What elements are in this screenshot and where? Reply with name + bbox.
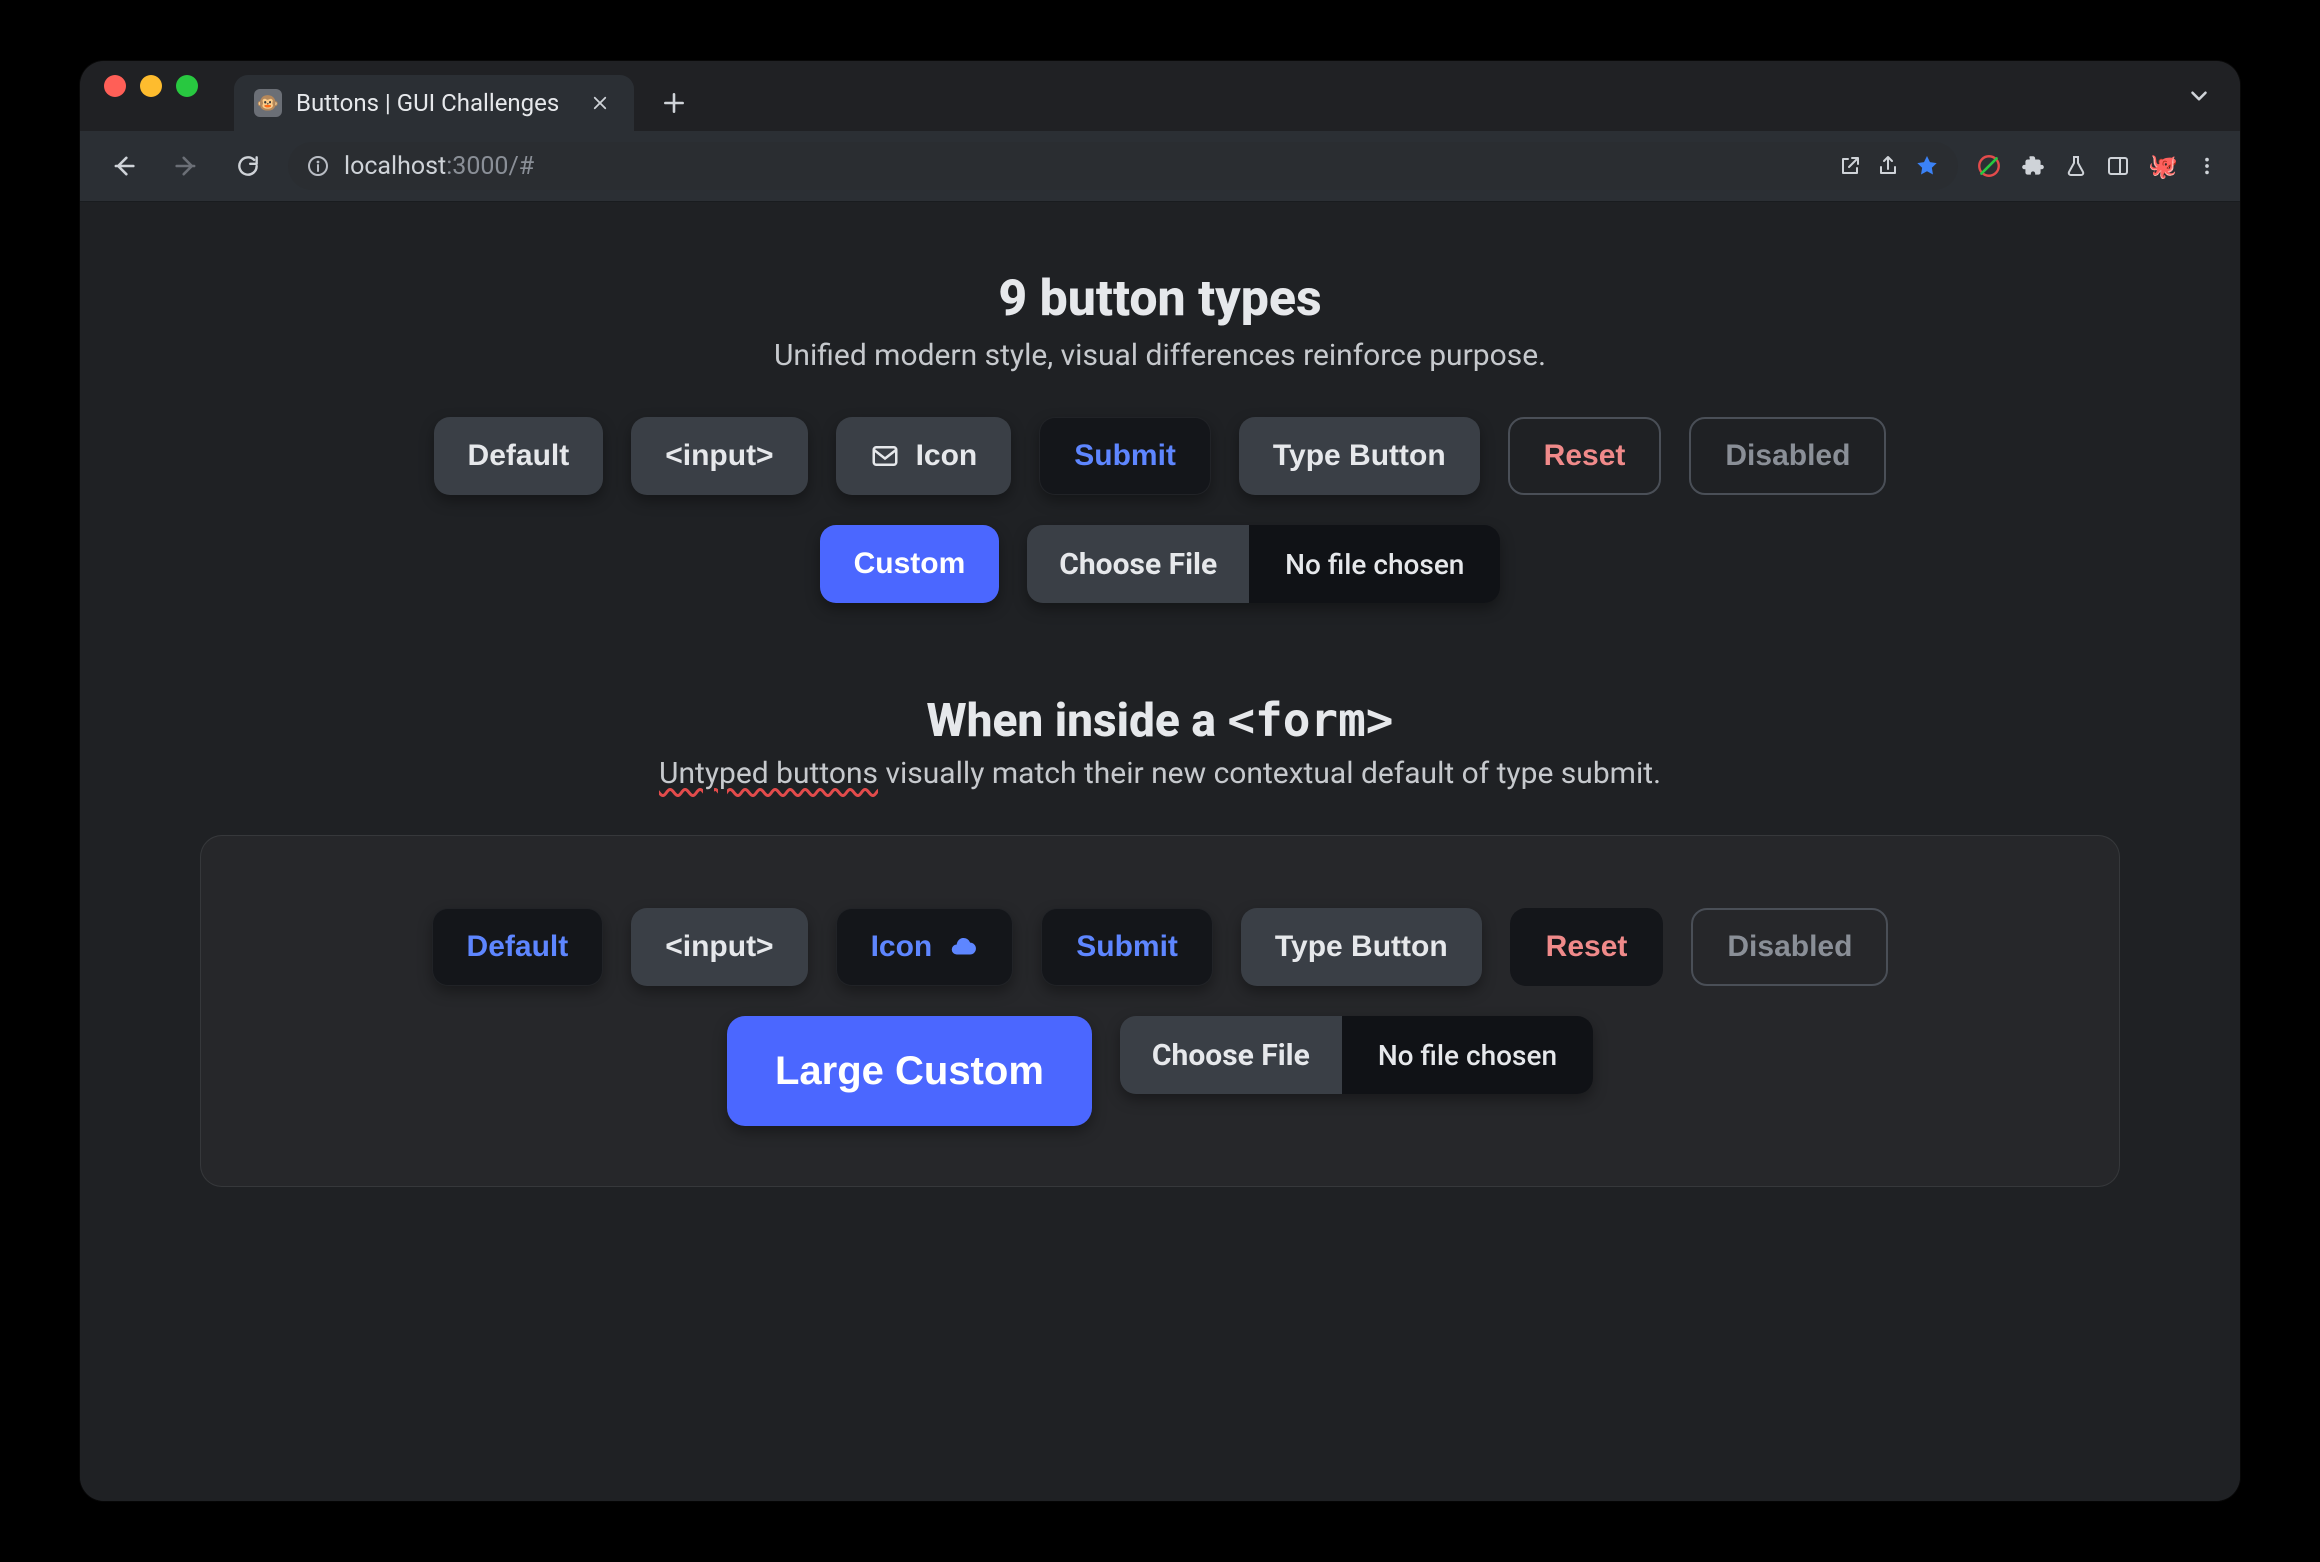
button-label: Submit xyxy=(1074,439,1176,473)
favicon-icon: 🐵 xyxy=(254,89,282,117)
reset-button[interactable]: Reset xyxy=(1510,908,1664,986)
info-icon xyxy=(306,154,330,178)
button-label: Icon xyxy=(871,930,933,964)
disabled-button: Disabled xyxy=(1691,908,1888,986)
button-label: Reset xyxy=(1544,439,1626,473)
toolbar-actions: 🐙 xyxy=(1976,152,2218,180)
share-icon[interactable] xyxy=(1876,154,1900,178)
button-label: Choose File xyxy=(1152,1038,1310,1073)
window-close-button[interactable] xyxy=(104,75,126,97)
disabled-button: Disabled xyxy=(1689,417,1886,495)
menu-kebab-icon[interactable] xyxy=(2196,155,2218,177)
url-host: localhost xyxy=(344,152,446,181)
button-label: Disabled xyxy=(1725,439,1850,473)
reload-icon xyxy=(235,153,261,179)
subtitle-rest: visually match their new contextual defa… xyxy=(878,756,1661,791)
section1-heading: 9 button types xyxy=(200,270,2120,328)
window-minimize-button[interactable] xyxy=(140,75,162,97)
mail-icon xyxy=(870,441,900,471)
section1-row1: Default <input> Icon Submit Type Button … xyxy=(200,417,2120,495)
button-label: Default xyxy=(467,930,569,964)
reset-button[interactable]: Reset xyxy=(1508,417,1662,495)
open-in-new-icon[interactable] xyxy=(1838,154,1862,178)
icon-button[interactable]: Icon xyxy=(836,417,1012,495)
extension-icon[interactable] xyxy=(1976,153,2002,179)
section2-row2: Large Custom Choose File No file chosen xyxy=(239,1016,2081,1126)
arrow-right-icon xyxy=(172,152,200,180)
button-label: Submit xyxy=(1076,930,1178,964)
heading-prefix: When inside a xyxy=(926,694,1227,748)
extensions-puzzle-icon[interactable] xyxy=(2020,153,2046,179)
panel-icon[interactable] xyxy=(2106,154,2130,178)
button-label: <input> xyxy=(665,930,773,964)
file-choose-button[interactable]: Choose File xyxy=(1120,1016,1342,1094)
default-button[interactable]: Default xyxy=(432,908,604,986)
file-input[interactable]: Choose File No file chosen xyxy=(1027,525,1500,603)
button-label: Icon xyxy=(916,439,978,473)
url-path: :3000/# xyxy=(446,152,534,181)
form-container: Default <input> Icon Submit Type Button … xyxy=(200,835,2120,1187)
browser-window: 🐵 Buttons | GUI Challenges xyxy=(80,61,2240,1501)
file-choose-button[interactable]: Choose File xyxy=(1027,525,1249,603)
tab-close-button[interactable] xyxy=(586,89,614,117)
viewport[interactable]: 9 button types Unified modern style, vis… xyxy=(80,202,2240,1501)
submit-button[interactable]: Submit xyxy=(1041,908,1213,986)
tab-title: Buttons | GUI Challenges xyxy=(296,89,572,117)
nav-back-button[interactable] xyxy=(102,144,146,188)
omnibox-url: localhost:3000/# xyxy=(344,152,1824,181)
labs-icon[interactable] xyxy=(2064,154,2088,178)
browser-tab[interactable]: 🐵 Buttons | GUI Challenges xyxy=(234,75,634,131)
file-status-label: No file chosen xyxy=(1342,1016,1593,1094)
arrow-left-icon xyxy=(110,152,138,180)
button-label: Custom xyxy=(854,547,966,581)
default-button[interactable]: Default xyxy=(434,417,604,495)
section2-row1: Default <input> Icon Submit Type Button … xyxy=(239,908,2081,986)
new-tab-button[interactable] xyxy=(652,81,696,125)
subtitle-marked: Untyped buttons xyxy=(659,756,878,791)
tabs-dropdown-button[interactable] xyxy=(2186,61,2212,131)
button-label: Type Button xyxy=(1273,439,1446,473)
file-status-label: No file chosen xyxy=(1249,525,1500,603)
icon-button[interactable]: Icon xyxy=(836,908,1014,986)
button-label: Disabled xyxy=(1727,930,1852,964)
button-label: Large Custom xyxy=(775,1049,1044,1094)
site-info-icon[interactable] xyxy=(306,154,330,178)
cloud-icon xyxy=(948,932,978,962)
omnibox[interactable]: localhost:3000/# xyxy=(288,142,1958,190)
plus-icon xyxy=(661,90,687,116)
button-label: <input> xyxy=(665,439,773,473)
button-label: Type Button xyxy=(1275,930,1448,964)
close-icon xyxy=(591,94,609,112)
window-controls xyxy=(104,61,198,131)
nav-forward-button[interactable] xyxy=(164,144,208,188)
button-label: Reset xyxy=(1546,930,1628,964)
nav-reload-button[interactable] xyxy=(226,144,270,188)
button-label: Choose File xyxy=(1059,547,1217,582)
large-custom-button[interactable]: Large Custom xyxy=(727,1016,1092,1126)
type-button[interactable]: Type Button xyxy=(1239,417,1480,495)
custom-button[interactable]: Custom xyxy=(820,525,1000,603)
section1-row2: Custom Choose File No file chosen xyxy=(200,525,2120,603)
toolbar: localhost:3000/# 🐙 xyxy=(80,131,2240,202)
tabstrip: 🐵 Buttons | GUI Challenges xyxy=(234,61,2216,131)
chevron-down-icon xyxy=(2186,83,2212,109)
submit-button[interactable]: Submit xyxy=(1039,417,1211,495)
input-type-button[interactable]: <input> xyxy=(631,417,807,495)
page-content: 9 button types Unified modern style, vis… xyxy=(80,202,2240,1267)
section1-subtitle: Unified modern style, visual differences… xyxy=(200,338,2120,373)
canvas: 🐵 Buttons | GUI Challenges xyxy=(0,0,2320,1562)
titlebar: 🐵 Buttons | GUI Challenges xyxy=(80,61,2240,131)
heading-code: <form> xyxy=(1227,693,1393,747)
button-label: Default xyxy=(468,439,570,473)
file-input[interactable]: Choose File No file chosen xyxy=(1120,1016,1593,1094)
window-zoom-button[interactable] xyxy=(176,75,198,97)
section2-subtitle: Untyped buttons visually match their new… xyxy=(200,756,2120,791)
input-type-button[interactable]: <input> xyxy=(631,908,807,986)
profile-avatar-icon[interactable]: 🐙 xyxy=(2148,152,2178,180)
section2-heading: When inside a <form> xyxy=(200,693,2120,748)
type-button[interactable]: Type Button xyxy=(1241,908,1482,986)
bookmark-star-icon[interactable] xyxy=(1914,153,1940,179)
